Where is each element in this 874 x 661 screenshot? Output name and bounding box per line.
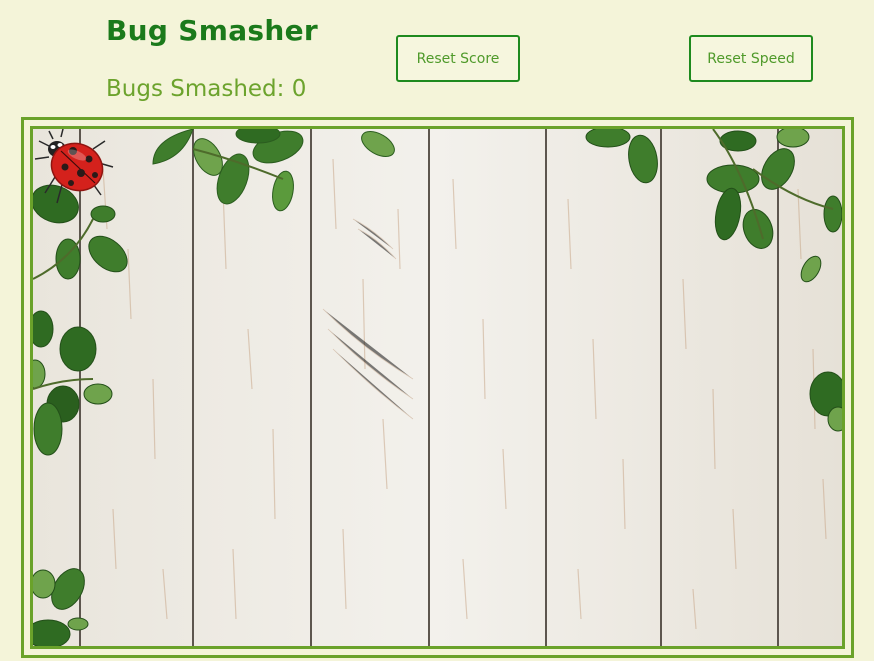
game-title: Bug Smasher xyxy=(106,14,319,47)
reset-speed-button[interactable]: Reset Speed xyxy=(689,35,813,82)
score-display: Bugs Smashed: 0 xyxy=(106,76,307,102)
reset-score-button[interactable]: Reset Score xyxy=(396,35,520,82)
game-header: Bug Smasher Bugs Smashed: 0 Reset Score … xyxy=(0,0,874,118)
ladybug-icon[interactable] xyxy=(33,129,117,205)
game-board[interactable] xyxy=(30,126,845,649)
wood-background xyxy=(33,129,842,646)
